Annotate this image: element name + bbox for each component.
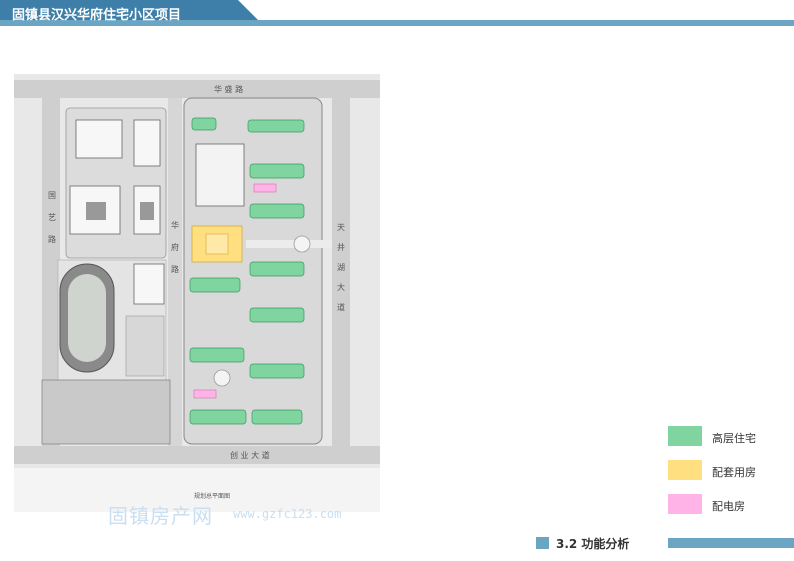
legend-swatch-residential bbox=[668, 426, 702, 446]
road-label-west: 国 bbox=[48, 191, 56, 200]
road-label-north: 华 盛 路 bbox=[214, 84, 243, 94]
road-label-inner: 府 bbox=[171, 242, 179, 252]
road-label-west: 路 bbox=[48, 234, 56, 244]
legend-label-residential: 高层住宅 bbox=[712, 432, 756, 445]
roundabout bbox=[293, 235, 311, 253]
footer-bar bbox=[668, 538, 794, 548]
legend-label-supporting: 配套用房 bbox=[712, 466, 756, 479]
section-title: 3.2 功能分析 bbox=[556, 537, 630, 551]
road-east bbox=[332, 98, 350, 446]
road-label-inner: 华 bbox=[171, 220, 179, 230]
page-title: 固镇县汉兴华府住宅小区项目 bbox=[12, 8, 182, 23]
footer-square bbox=[536, 537, 549, 549]
road-label-east: 湖 bbox=[337, 263, 345, 272]
watermark-url: www.gzfc123.com bbox=[233, 507, 342, 521]
road-label-west: 艺 bbox=[48, 213, 56, 222]
legend-swatch-power bbox=[668, 494, 702, 514]
power-room bbox=[253, 183, 277, 193]
road-north bbox=[14, 80, 380, 98]
road-south bbox=[14, 446, 380, 464]
map-caption: 规划总平面图 bbox=[194, 492, 230, 500]
road-label-south: 创 业 大 道 bbox=[230, 450, 270, 460]
power-room bbox=[193, 389, 217, 399]
road-label-east: 天 bbox=[337, 223, 345, 232]
site-plan-map: 华 盛 路 国 艺 路 华 府 路 天 井 湖 大 道 创 业 大 道 规划总平… bbox=[14, 74, 380, 512]
road-label-east: 井 bbox=[337, 242, 345, 252]
stadium bbox=[41, 379, 171, 445]
road-label-east: 道 bbox=[337, 302, 345, 312]
legend-label-power: 配电房 bbox=[712, 500, 745, 513]
road-label-east: 大 bbox=[337, 282, 345, 292]
watermark-text: 固镇房产网 bbox=[108, 504, 213, 528]
legend-swatch-supporting bbox=[668, 460, 702, 480]
road-label-inner: 路 bbox=[171, 264, 179, 274]
